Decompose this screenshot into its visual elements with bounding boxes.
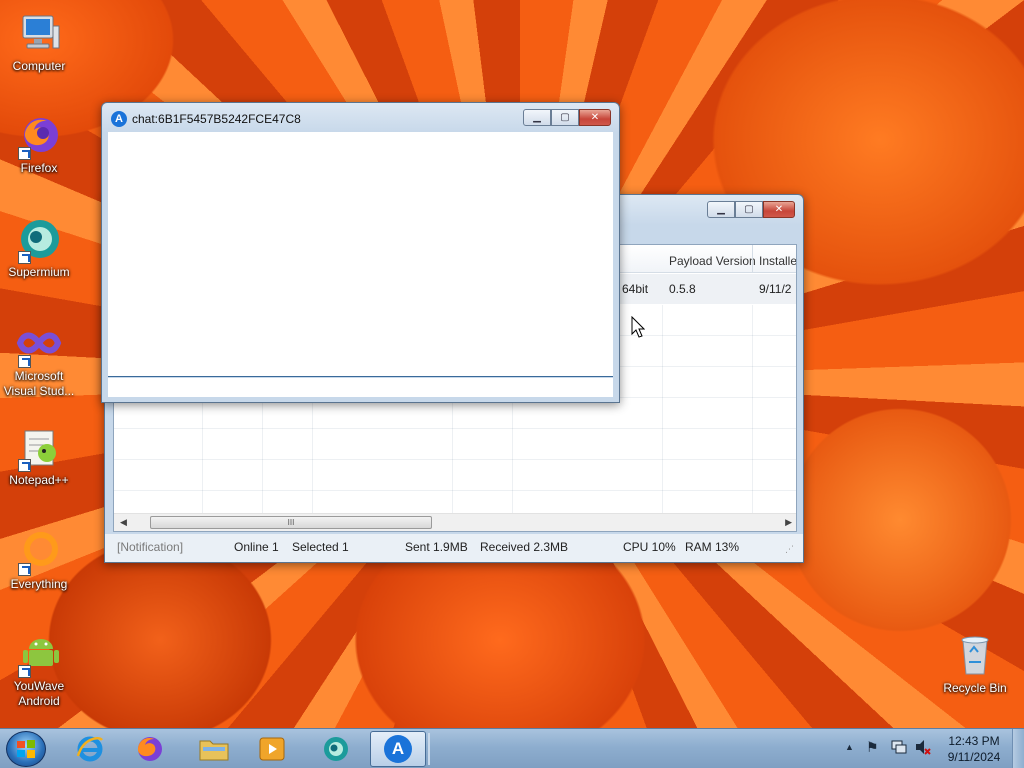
desktop-icon-label: Computer xyxy=(12,59,66,73)
taskbar-explorer[interactable] xyxy=(186,731,242,767)
everything-icon xyxy=(16,528,62,576)
minimize-icon: ▁ xyxy=(717,204,725,215)
clock[interactable]: 12:43 PM 9/11/2024 xyxy=(944,733,1004,765)
desktop-icon-visual-studio[interactable]: Microsoft Visual Stud... xyxy=(1,320,77,399)
chat-app-icon: A xyxy=(384,735,412,763)
maximize-icon: ▢ xyxy=(560,112,570,123)
taskbar-chat-app-active[interactable]: A xyxy=(370,731,426,767)
desktop-icon-label: Microsoft Visual Stud... xyxy=(3,369,75,398)
chat-window-title: chat:6B1F5457B5242FCE47C8 xyxy=(132,112,301,126)
shortcut-arrow-icon xyxy=(18,251,31,264)
scroll-right-arrow-icon[interactable]: ▶ xyxy=(785,517,792,528)
desktop-icon-firefox[interactable]: Firefox xyxy=(1,112,77,176)
start-button[interactable] xyxy=(6,731,46,767)
chat-message-input[interactable] xyxy=(108,378,613,397)
column-header-payload-version[interactable]: Payload Version xyxy=(669,254,756,268)
media-player-icon xyxy=(259,737,285,761)
desktop-icon-notepad-plus-plus[interactable]: Notepad++ xyxy=(1,424,77,488)
taskbar-internet-explorer[interactable] xyxy=(62,731,118,767)
minimize-button[interactable]: ▁ xyxy=(523,109,551,126)
folder-icon xyxy=(199,740,229,761)
windows-logo-icon xyxy=(17,740,35,758)
row-cell-payload-version: 0.5.8 xyxy=(669,282,696,296)
desktop-icon-label: Firefox xyxy=(20,161,58,175)
desktop-icon-recycle-bin[interactable]: Recycle Bin xyxy=(937,632,1013,696)
maximize-icon: ▢ xyxy=(744,204,754,215)
taskbar-media-player[interactable] xyxy=(244,731,300,767)
status-sent: Sent 1.9MB xyxy=(405,540,468,554)
supermium-icon xyxy=(16,216,62,264)
clock-date: 9/11/2024 xyxy=(947,750,1001,764)
scrollbar-thumb[interactable]: III xyxy=(150,516,432,529)
clock-time: 12:43 PM xyxy=(948,734,1000,748)
shortcut-arrow-icon xyxy=(18,459,31,472)
status-selected: Selected 1 xyxy=(292,540,349,554)
maximize-button[interactable]: ▢ xyxy=(735,201,763,218)
close-icon: ✕ xyxy=(590,112,600,123)
shortcut-arrow-icon xyxy=(18,355,31,368)
taskbar-supermium[interactable] xyxy=(308,731,364,767)
chat-window-caption-buttons: ▁ ▢ ✕ xyxy=(523,109,611,126)
visual-studio-icon xyxy=(16,320,62,368)
status-notification[interactable]: [Notification] xyxy=(117,540,183,554)
minimize-icon: ▁ xyxy=(533,112,541,123)
close-button[interactable]: ✕ xyxy=(579,109,611,126)
maximize-button[interactable]: ▢ xyxy=(551,109,579,126)
chat-window[interactable]: A chat:6B1F5457B5242FCE47C8 ▁ ▢ ✕ xyxy=(101,102,620,403)
desktop-icon-label: Recycle Bin xyxy=(943,681,1007,695)
computer-icon xyxy=(16,10,62,56)
action-center-flag-icon[interactable]: ⚑ xyxy=(866,739,879,756)
column-divider[interactable] xyxy=(752,245,753,273)
horizontal-scrollbar[interactable]: ◀ III ▶ xyxy=(114,513,796,531)
firefox-icon xyxy=(16,112,62,160)
android-icon xyxy=(16,630,62,678)
shortcut-arrow-icon xyxy=(18,665,31,678)
main-window-caption-buttons: ▁ ▢ ✕ xyxy=(707,201,795,218)
mouse-cursor-icon xyxy=(631,315,646,341)
desktop-icon-computer[interactable]: Computer xyxy=(1,10,77,74)
show-desktop-button[interactable] xyxy=(1012,729,1024,768)
notepad-plus-plus-icon xyxy=(16,424,62,472)
chat-history[interactable] xyxy=(108,132,613,377)
column-header-installed[interactable]: Installe xyxy=(759,254,796,268)
status-cpu: CPU 10% xyxy=(623,540,676,554)
status-received: Received 2.3MB xyxy=(480,540,569,554)
scroll-grip: III xyxy=(287,518,295,527)
close-icon: ✕ xyxy=(774,204,784,215)
desktop-icon-label: YouWave Android xyxy=(13,679,65,708)
recycle-bin-icon xyxy=(952,632,998,678)
resize-grip-icon[interactable]: ⋰ xyxy=(785,544,794,555)
taskbar: A ▲ ⚑ 12:43 PM 9/11/2024 xyxy=(0,728,1024,768)
supermium-icon xyxy=(324,737,348,761)
taskbar-divider xyxy=(428,733,430,765)
desktop-icon-label: Notepad++ xyxy=(9,473,69,487)
volume-muted-icon[interactable] xyxy=(914,738,932,759)
firefox-icon xyxy=(137,737,162,761)
desktop-icon-everything[interactable]: Everything xyxy=(1,528,77,592)
desktop-icon-supermium[interactable]: Supermium xyxy=(1,216,77,280)
status-bar: [Notification] Online 1 Selected 1 Sent … xyxy=(105,534,803,562)
network-icon[interactable] xyxy=(890,738,908,759)
desktop-icon-youwave[interactable]: YouWave Android xyxy=(1,630,77,709)
shortcut-arrow-icon xyxy=(18,563,31,576)
row-cell-installed: 9/11/2 xyxy=(759,282,792,296)
scroll-left-arrow-icon[interactable]: ◀ xyxy=(120,517,127,528)
status-ram: RAM 13% xyxy=(685,540,740,554)
desktop-icon-label: Supermium xyxy=(8,265,70,279)
minimize-button[interactable]: ▁ xyxy=(707,201,735,218)
shortcut-arrow-icon xyxy=(18,147,31,160)
desktop-icon-label: Everything xyxy=(10,577,68,591)
show-hidden-icons-button[interactable]: ▲ xyxy=(845,742,854,752)
internet-explorer-icon xyxy=(76,736,103,762)
close-button[interactable]: ✕ xyxy=(763,201,795,218)
chat-app-icon: A xyxy=(111,111,127,127)
taskbar-firefox[interactable] xyxy=(122,731,178,767)
status-online: Online 1 xyxy=(234,540,279,554)
